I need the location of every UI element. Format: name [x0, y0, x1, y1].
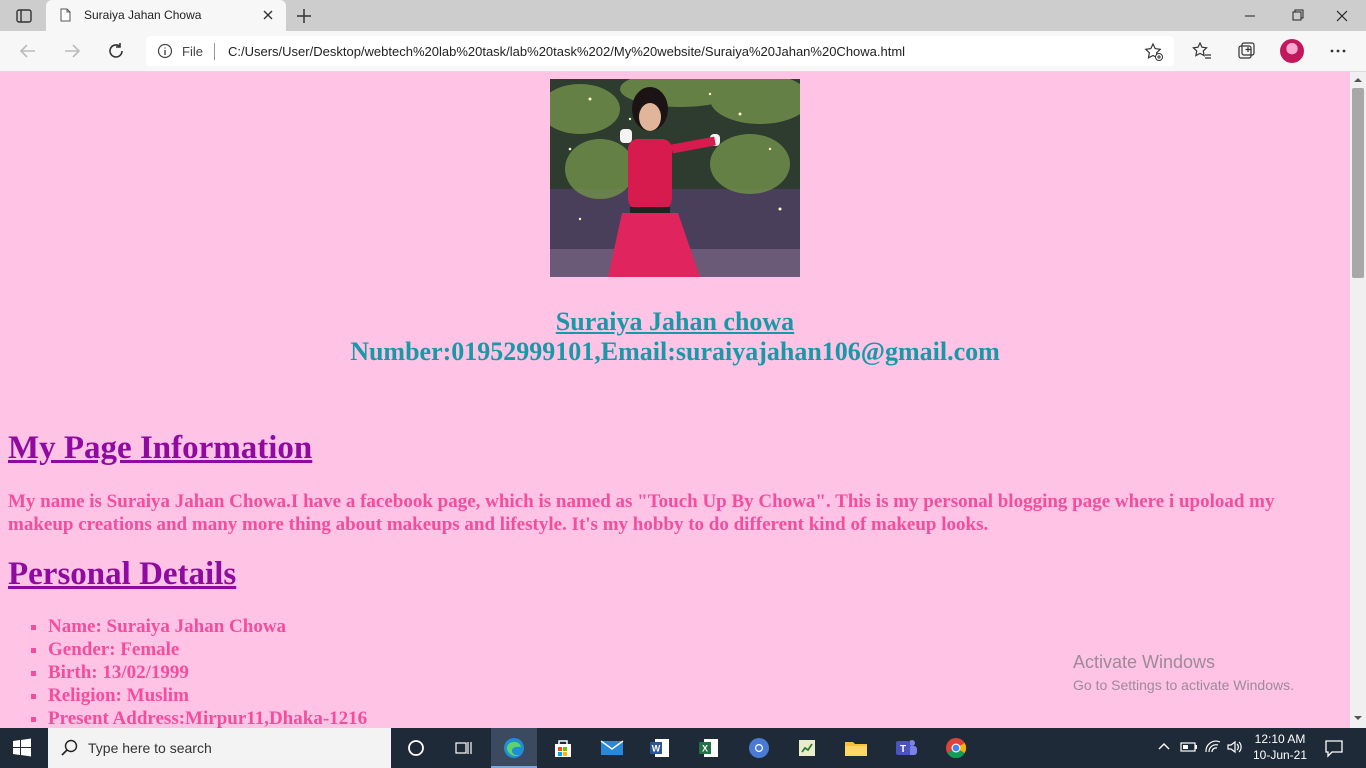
- windows-start-icon[interactable]: [12, 738, 32, 758]
- taskbar-store[interactable]: [540, 728, 586, 768]
- search-placeholder: Type here to search: [88, 740, 212, 756]
- search-icon: [61, 739, 78, 756]
- info-icon[interactable]: [157, 43, 173, 59]
- chrome-icon: [946, 738, 967, 759]
- store-icon: [555, 740, 571, 757]
- tab-title: Suraiya Jahan Chowa: [84, 8, 202, 22]
- refresh-icon[interactable]: [105, 40, 127, 62]
- add-favorite-icon[interactable]: [1144, 42, 1164, 62]
- address-bar[interactable]: File C:/Users/User/Desktop/webtech%20lab…: [146, 36, 1174, 66]
- notification-icon[interactable]: [1324, 738, 1344, 758]
- windows-taskbar: Type here to search W X T 12:10 AM 10-Ju…: [0, 728, 1366, 768]
- browser-tab-bar: Suraiya Jahan Chowa: [0, 0, 1366, 31]
- collections-icon[interactable]: [1235, 40, 1257, 62]
- close-tab-icon[interactable]: [260, 7, 276, 23]
- name-link[interactable]: Suraiya Jahan chowa: [0, 307, 1350, 337]
- window-close-icon[interactable]: [1330, 6, 1354, 26]
- system-clock[interactable]: 12:10 AM 10-Jun-21: [1250, 731, 1310, 763]
- wifi-icon[interactable]: [1204, 738, 1222, 756]
- tab-actions-icon[interactable]: [10, 6, 38, 26]
- name-link-text[interactable]: Suraiya Jahan chowa: [556, 307, 794, 336]
- scroll-down-icon[interactable]: [1354, 714, 1362, 722]
- url-text[interactable]: C:/Users/User/Desktop/webtech%20lab%20ta…: [228, 44, 905, 59]
- list-item: Present Address:Mirpur11,Dhaka-1216: [48, 707, 367, 728]
- taskbar-teams[interactable]: T: [883, 728, 929, 768]
- list-item: Religion: Muslim: [48, 684, 367, 707]
- taskbar-mail[interactable]: [589, 728, 635, 768]
- clock-date: 10-Jun-21: [1252, 748, 1308, 762]
- web-page: Suraiya Jahan chowa Number:01952999101,E…: [0, 72, 1350, 728]
- svg-text:T: T: [900, 744, 906, 755]
- svg-text:W: W: [652, 744, 661, 754]
- clock-time: 12:10 AM: [1254, 732, 1306, 746]
- battery-icon[interactable]: [1180, 738, 1198, 756]
- more-options-icon[interactable]: [1327, 40, 1349, 62]
- restore-icon[interactable]: [1285, 6, 1309, 26]
- excel-icon: X: [699, 739, 718, 757]
- watermark-title: Activate Windows: [1073, 652, 1216, 672]
- volume-icon[interactable]: [1226, 738, 1244, 756]
- project-icon: [799, 740, 815, 756]
- word-icon: W: [650, 739, 669, 757]
- browser-tab-active[interactable]: Suraiya Jahan Chowa: [46, 0, 286, 31]
- scrollbar-thumb[interactable]: [1352, 88, 1364, 278]
- svg-text:X: X: [702, 744, 708, 754]
- address-separator: [214, 43, 215, 60]
- address-prefix: File: [182, 44, 203, 59]
- taskbar-task-view[interactable]: [440, 728, 486, 768]
- activate-windows-watermark: Activate Windows Go to Settings to activ…: [1073, 652, 1294, 693]
- personal-details-list: Name: Suraiya Jahan Chowa Gender: Female…: [8, 615, 367, 728]
- back-icon[interactable]: [17, 40, 39, 62]
- browser-toolbar: File C:/Users/User/Desktop/webtech%20lab…: [0, 31, 1366, 72]
- watermark-subtitle: Go to Settings to activate Windows.: [1073, 677, 1294, 693]
- page-info-paragraph: My name is Suraiya Jahan Chowa.I have a …: [8, 491, 1275, 535]
- taskbar-excel[interactable]: X: [686, 728, 732, 768]
- profile-avatar[interactable]: [1280, 39, 1304, 63]
- taskbar-chrome[interactable]: [933, 728, 979, 768]
- contact-info: Number:01952999101,Email:suraiyajahan106…: [350, 337, 1000, 366]
- teams-icon: T: [896, 740, 917, 755]
- taskbar-search[interactable]: Type here to search: [48, 728, 391, 768]
- task-view-icon: [455, 742, 472, 754]
- new-tab-icon[interactable]: [294, 6, 314, 26]
- taskbar-word[interactable]: W: [637, 728, 683, 768]
- minimize-icon[interactable]: [1238, 6, 1262, 26]
- mail-icon: [600, 740, 624, 755]
- taskbar-chrome-alt[interactable]: [736, 728, 782, 768]
- section-title-personal-details: Personal Details: [8, 556, 237, 592]
- taskbar-file-explorer[interactable]: [833, 728, 879, 768]
- folder-icon: [845, 742, 867, 756]
- file-icon: [60, 8, 71, 22]
- list-item: Birth: 13/02/1999: [48, 661, 367, 684]
- list-item: Name: Suraiya Jahan Chowa: [48, 615, 367, 638]
- forward-icon[interactable]: [61, 40, 83, 62]
- chrome-canary-icon: [749, 738, 769, 758]
- list-item: Gender: Female: [48, 638, 367, 661]
- cortana-icon: [408, 740, 424, 756]
- vertical-scrollbar[interactable]: [1350, 72, 1366, 728]
- task-view-button[interactable]: [393, 728, 439, 768]
- favorites-icon[interactable]: [1191, 40, 1213, 62]
- edge-icon: [504, 738, 524, 758]
- scroll-up-icon[interactable]: [1354, 76, 1362, 84]
- chevron-up-icon[interactable]: [1155, 738, 1173, 756]
- section-title-page-info: My Page Information: [8, 430, 313, 466]
- taskbar-edge[interactable]: [491, 728, 537, 768]
- profile-photo: [550, 79, 800, 277]
- taskbar-project[interactable]: [784, 728, 830, 768]
